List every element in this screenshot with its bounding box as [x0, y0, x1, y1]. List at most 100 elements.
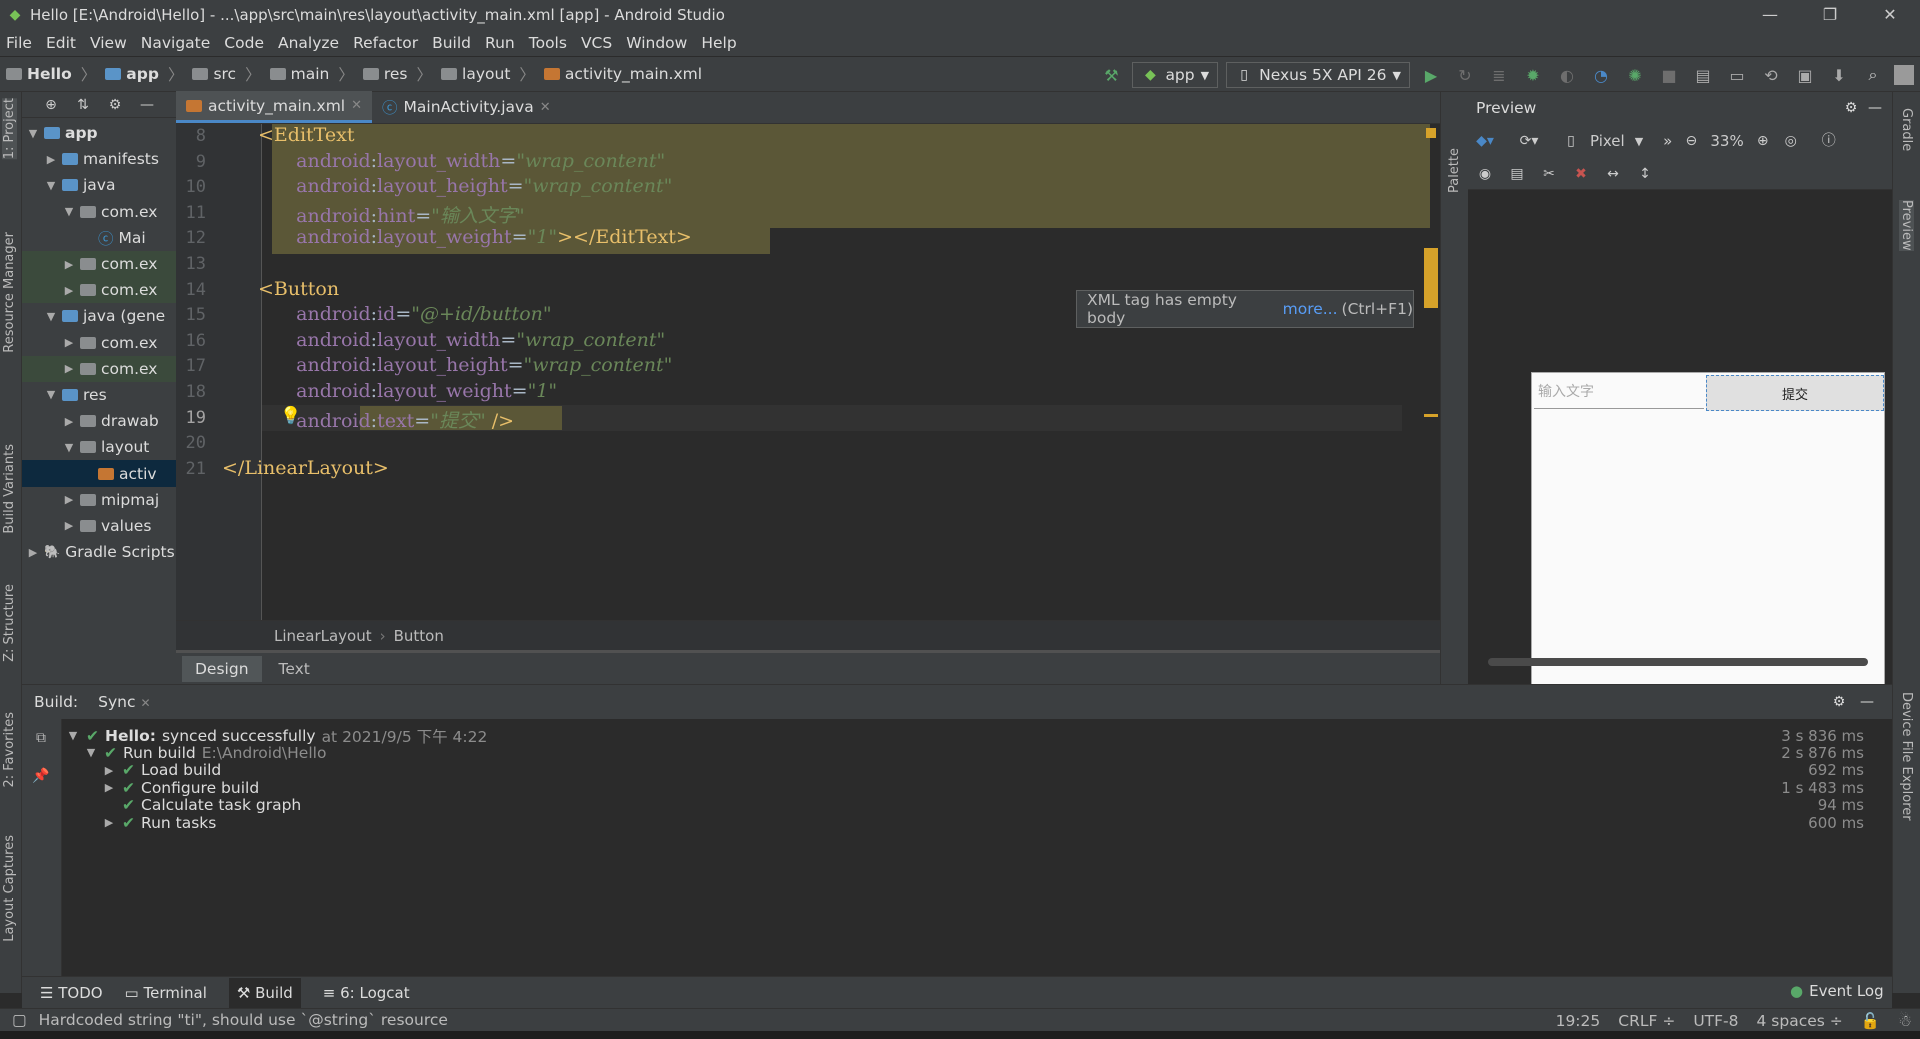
chevron-right-icon[interactable]: ▶: [102, 764, 116, 777]
lock-icon[interactable]: 🔓: [1861, 1012, 1880, 1030]
device-select[interactable]: ▯ Nexus 5X API 26 ▼: [1226, 62, 1410, 88]
build-row[interactable]: ▶ ✔ Run tasks: [102, 812, 217, 833]
tree-item[interactable]: ▼ layout: [22, 434, 176, 460]
warning-icon[interactable]: ⓘ: [1820, 132, 1838, 150]
chevron-right-icon[interactable]: ▶: [44, 153, 58, 166]
menu-item-edit[interactable]: Edit: [46, 34, 76, 52]
tool-tab-structure[interactable]: Z: Structure: [2, 584, 17, 662]
chevron-right-icon[interactable]: ▶: [102, 816, 116, 829]
chevron-down-icon[interactable]: ▼: [1635, 135, 1643, 148]
target-icon[interactable]: ⊕: [42, 96, 60, 114]
make-project-icon[interactable]: ⚒: [1098, 62, 1124, 88]
search-icon[interactable]: ⌕: [1860, 62, 1886, 88]
chevron-down-icon[interactable]: ▼: [62, 205, 76, 218]
clear-constraints-icon[interactable]: ✖: [1572, 165, 1590, 183]
breadcrumb-item[interactable]: layout: [462, 65, 510, 83]
gear-icon[interactable]: ⚙: [106, 96, 124, 114]
chevron-down-icon[interactable]: ▼: [26, 127, 40, 140]
tree-item[interactable]: ▶ drawab: [22, 408, 176, 434]
caret-position[interactable]: 19:25: [1556, 1012, 1601, 1030]
code-line[interactable]: android:layout_width="wrap_content": [272, 329, 665, 351]
tool-tab-layout-captures[interactable]: Layout Captures: [2, 835, 17, 942]
debug-icon[interactable]: ✹: [1520, 62, 1546, 88]
chevron-right-icon[interactable]: ▶: [62, 493, 76, 506]
lightbulb-icon[interactable]: 💡: [280, 406, 301, 426]
breadcrumb-item[interactable]: activity_main.xml: [565, 65, 702, 83]
close-icon[interactable]: ✕: [540, 100, 551, 115]
hide-icon[interactable]: —: [1866, 99, 1884, 117]
bottom-tab-terminal[interactable]: ▭ Terminal: [125, 984, 207, 1002]
restore-button[interactable]: ❐: [1800, 0, 1860, 29]
tab-activity-main-xml[interactable]: activity_main.xml ✕: [176, 91, 373, 123]
breadcrumb-item[interactable]: src: [213, 65, 236, 83]
code-area[interactable]: 8 <EditText 9 android:layout_width="wrap_c…: [176, 124, 1440, 620]
chevron-right-icon[interactable]: ▶: [62, 258, 76, 271]
tree-item[interactable]: ▶ mipmaj: [22, 487, 176, 513]
breadcrumb-item[interactable]: Button: [394, 627, 444, 645]
menu-item-window[interactable]: Window: [626, 34, 687, 52]
collapse-all-icon[interactable]: ⇅: [74, 96, 92, 114]
tree-item[interactable]: ▶ 🐘 Gradle Scripts: [22, 539, 176, 565]
sdk-manager-icon[interactable]: ▭: [1724, 62, 1750, 88]
menu-item-vcs[interactable]: VCS: [581, 34, 612, 52]
close-icon[interactable]: ✕: [351, 98, 362, 113]
code-line[interactable]: <EditText: [258, 124, 354, 146]
menu-item-analyze[interactable]: Analyze: [278, 34, 339, 52]
stop-icon[interactable]: ■: [1656, 62, 1682, 88]
tool-tab-palette[interactable]: Palette: [1447, 148, 1462, 193]
breadcrumb-item[interactable]: LinearLayout: [274, 627, 372, 645]
chevron-right-icon[interactable]: ▶: [62, 362, 76, 375]
breadcrumb-item[interactable]: res: [384, 65, 408, 83]
menu-item-help[interactable]: Help: [701, 34, 736, 52]
indent-setting[interactable]: 4 spaces ÷: [1757, 1012, 1843, 1030]
layers-icon[interactable]: ◆▾: [1476, 132, 1494, 150]
code-line[interactable]: android:id="@+id/button": [272, 303, 551, 325]
line-separator[interactable]: CRLF ÷: [1618, 1012, 1675, 1030]
sync-gradle-icon[interactable]: ⟲: [1758, 62, 1784, 88]
menu-item-navigate[interactable]: Navigate: [141, 34, 211, 52]
run-icon[interactable]: ▶: [1418, 62, 1444, 88]
tree-item[interactable]: ▶ com.ex: [22, 355, 176, 382]
tree-item[interactable]: ▶ values: [22, 513, 176, 539]
gear-icon[interactable]: ⚙: [1830, 693, 1848, 711]
tab-main-activity-java[interactable]: ⓒ MainActivity.java ✕: [372, 91, 561, 123]
tool-tab-preview[interactable]: Preview: [1899, 200, 1914, 251]
tree-item[interactable]: ▼ java: [22, 172, 176, 198]
avatar[interactable]: [1894, 65, 1914, 85]
button-preview[interactable]: 提交: [1706, 375, 1884, 411]
code-line[interactable]: </LinearLayout>: [222, 457, 389, 479]
code-line[interactable]: android:layout_width="wrap_content": [272, 150, 665, 172]
chevron-down-icon[interactable]: ▼: [44, 179, 58, 192]
more-icon[interactable]: »: [1663, 132, 1672, 150]
code-line[interactable]: android:hint="输入文字": [272, 201, 525, 228]
menu-item-view[interactable]: View: [90, 34, 127, 52]
tree-item[interactable]: ▶ manifests: [22, 146, 176, 172]
hide-icon[interactable]: —: [138, 96, 156, 114]
chevron-down-icon[interactable]: ▼: [44, 388, 58, 401]
eye-icon[interactable]: ◉: [1476, 165, 1494, 183]
tool-tab-project[interactable]: 1: Project: [2, 98, 17, 160]
chevron-down-icon[interactable]: ▼: [62, 441, 76, 454]
breadcrumb-item[interactable]: app: [126, 65, 159, 83]
tree-item[interactable]: ▼ app: [22, 120, 176, 146]
menu-item-code[interactable]: Code: [224, 34, 264, 52]
tree-item[interactable]: ⓒ Mai: [22, 225, 176, 251]
code-line[interactable]: android:layout_weight="1": [272, 380, 557, 402]
chevron-right-icon[interactable]: ▶: [62, 519, 76, 532]
run-config-select[interactable]: ◆ app ▼: [1132, 62, 1219, 88]
profile-icon[interactable]: ◔: [1588, 62, 1614, 88]
menu-item-refactor[interactable]: Refactor: [353, 34, 418, 52]
menu-item-build[interactable]: Build: [432, 34, 471, 52]
preview-scrollbar[interactable]: [1488, 658, 1868, 666]
design-canvas[interactable]: 输入文字 提交: [1468, 190, 1892, 684]
tree-item[interactable]: ▶ com.ex: [22, 250, 176, 278]
apply-code-changes-icon[interactable]: ≣: [1486, 62, 1512, 88]
orientation-icon[interactable]: ⟳▾: [1520, 132, 1539, 150]
chevron-right-icon[interactable]: ▶: [62, 284, 76, 297]
zoom-fit-icon[interactable]: ◎: [1782, 132, 1800, 150]
expand-vertical-icon[interactable]: ↕: [1636, 165, 1654, 183]
bottom-tab-build[interactable]: ⚒ Build: [228, 977, 301, 1008]
menu-item-tools[interactable]: Tools: [529, 34, 567, 52]
expand-horizontal-icon[interactable]: ↔: [1604, 165, 1622, 183]
tree-item[interactable]: ▶ com.ex: [22, 330, 176, 356]
